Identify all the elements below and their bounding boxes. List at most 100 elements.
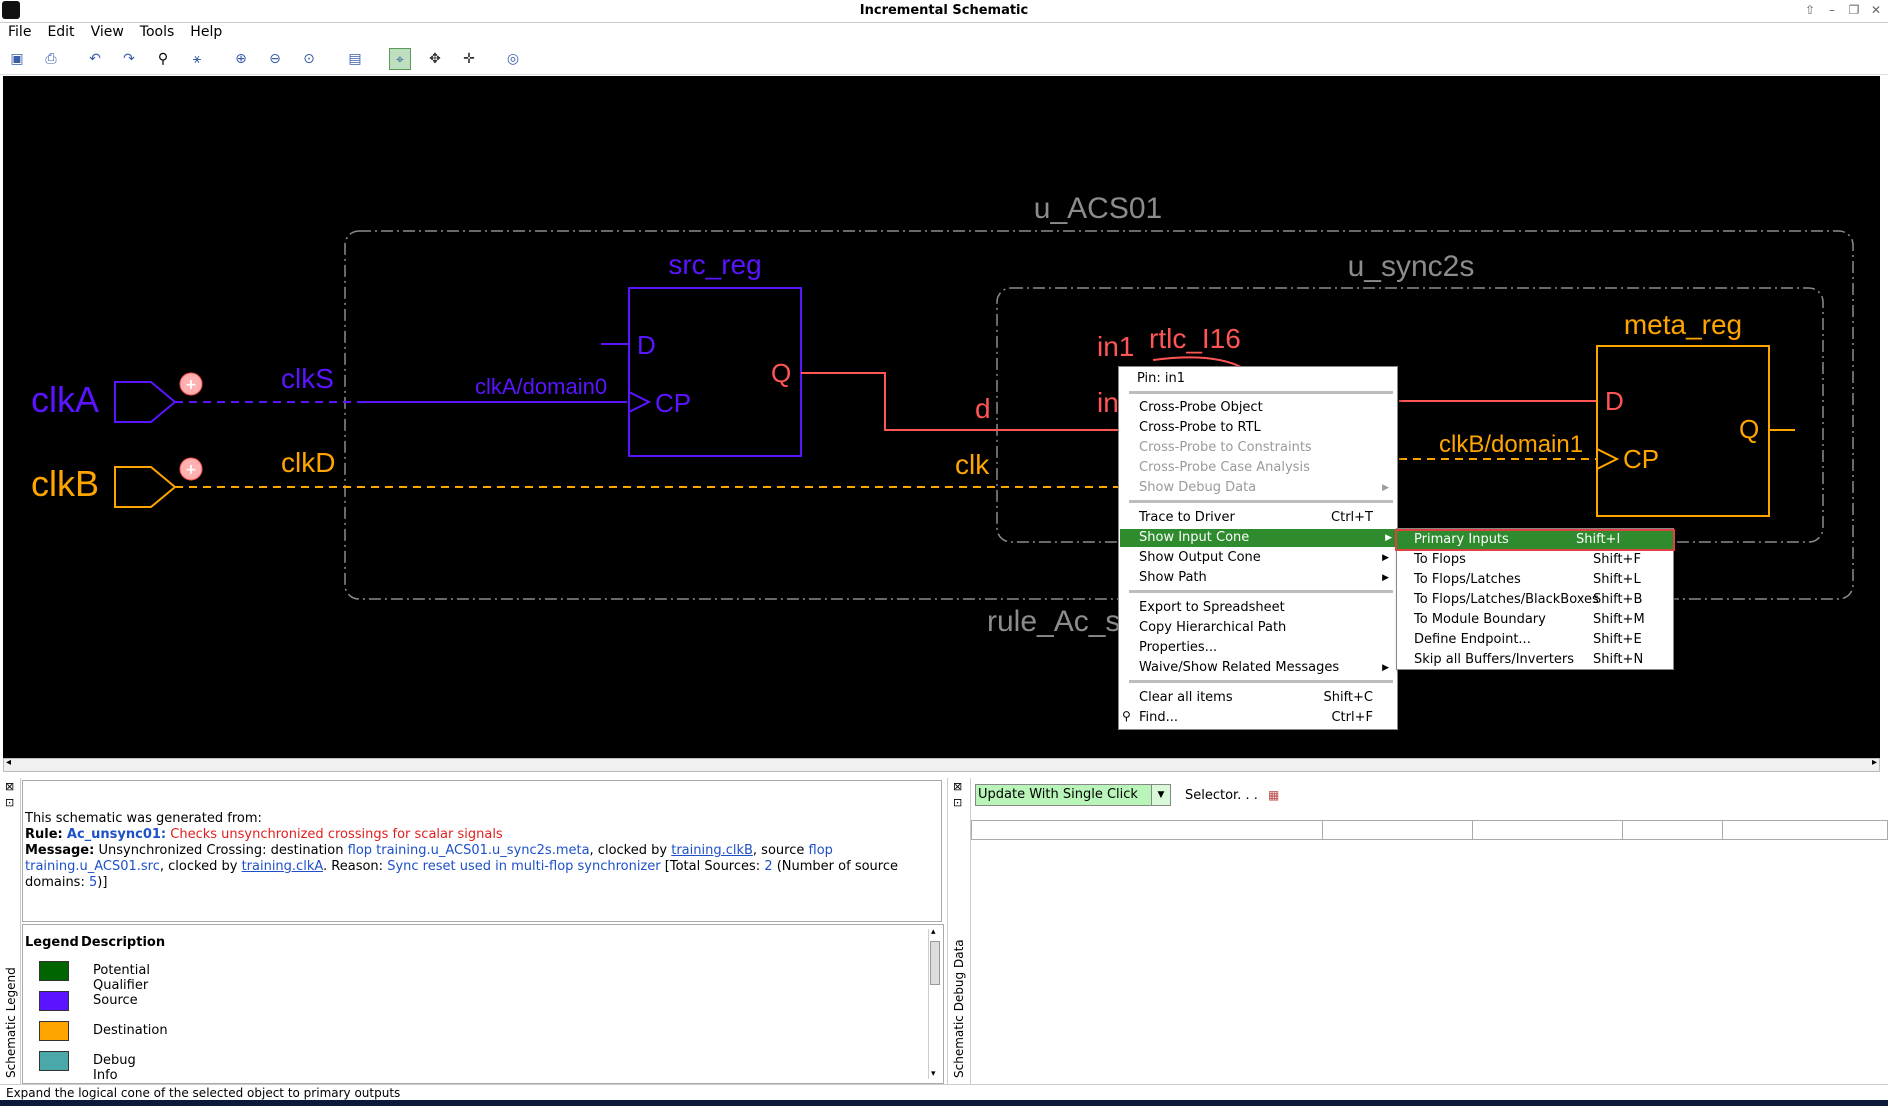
ctx-cross-probe-object[interactable]: Cross-Probe Object bbox=[1139, 399, 1389, 417]
sub-to-flops-latches[interactable]: To Flops/Latches Shift+L bbox=[1414, 571, 1669, 589]
gate-label: rtlc_I16 bbox=[1149, 323, 1241, 354]
pan-icon[interactable]: ✥ bbox=[424, 48, 446, 70]
ctx-cross-probe-case[interactable]: Cross-Probe Case Analysis bbox=[1139, 459, 1389, 477]
close-icon[interactable]: ⊠ bbox=[953, 780, 962, 793]
binoculars-icon: ⚲ bbox=[1122, 709, 1131, 723]
print-icon[interactable]: ⎙ bbox=[40, 48, 62, 70]
pin-d-label: d bbox=[975, 393, 991, 424]
module-inner-label: u_sync2s bbox=[1348, 250, 1475, 283]
save-icon[interactable]: ▣ bbox=[6, 48, 28, 70]
scroll-down-icon[interactable]: ▾ bbox=[931, 1069, 936, 1079]
ctx-clear-all[interactable]: Clear all items Shift+C bbox=[1139, 689, 1389, 707]
chevron-down-icon[interactable]: ▼ bbox=[1151, 785, 1170, 805]
menu-file[interactable]: File bbox=[0, 22, 39, 42]
selector-icon[interactable]: ▦ bbox=[1268, 788, 1284, 802]
zoom-in-icon[interactable]: ⊕ bbox=[230, 48, 252, 70]
taskbar-edge bbox=[0, 1100, 1888, 1106]
legend-tab-label[interactable]: Schematic Legend bbox=[4, 967, 18, 1078]
submenu-arrow-icon: ▶ bbox=[1382, 663, 1389, 673]
src-clock-link[interactable]: training.clkA bbox=[242, 859, 323, 874]
binoculars-icon[interactable]: ⚲ bbox=[152, 48, 174, 70]
update-mode-select[interactable]: Update With Single Click ▼ bbox=[975, 784, 1171, 806]
ctx-cross-probe-constraints[interactable]: Cross-Probe to Constraints bbox=[1139, 439, 1389, 457]
pin-in0-label: in bbox=[1097, 387, 1119, 418]
ctx-header: Pin: in1 bbox=[1137, 371, 1186, 386]
title-bar: Incremental Schematic ⇧ – ❐ ✕ bbox=[0, 0, 1888, 23]
sub-primary-inputs[interactable]: Primary Inputs Shift+I bbox=[1395, 529, 1675, 551]
dest-flop-link[interactable]: flop training.u_ACS01.u_sync2s.meta bbox=[348, 843, 590, 858]
select-mode-icon[interactable]: ⌖ bbox=[389, 48, 411, 70]
menu-help[interactable]: Help bbox=[182, 22, 230, 42]
svg-text:D: D bbox=[1605, 386, 1624, 416]
ctx-show-debug-data[interactable]: Show Debug Data ▶ bbox=[1139, 479, 1389, 497]
svg-text:Q: Q bbox=[771, 358, 791, 388]
menu-view[interactable]: View bbox=[83, 22, 132, 42]
trace-icon[interactable]: ⚹ bbox=[186, 48, 208, 70]
ctx-find[interactable]: Find... Ctrl+F bbox=[1139, 709, 1389, 727]
src-reg-label: src_reg bbox=[668, 249, 761, 280]
submenu-arrow-icon: ▶ bbox=[1382, 573, 1389, 583]
svg-text:+: + bbox=[185, 462, 197, 478]
window-title: Incremental Schematic bbox=[859, 3, 1029, 18]
legend-swatch bbox=[39, 1021, 69, 1041]
svg-text:CP: CP bbox=[655, 388, 691, 418]
net-clkS-label: clkS bbox=[281, 363, 334, 394]
move-icon[interactable]: ✛ bbox=[458, 48, 480, 70]
ctx-cross-probe-rtl[interactable]: Cross-Probe to RTL bbox=[1139, 419, 1389, 437]
svg-text:+: + bbox=[185, 377, 197, 393]
close-icon[interactable]: ✕ bbox=[1868, 2, 1884, 18]
float-icon[interactable]: ⊡ bbox=[953, 796, 962, 809]
minimize-icon[interactable]: – bbox=[1824, 2, 1840, 18]
net-clkB-domain-label: clkB/domain1 bbox=[1439, 431, 1583, 458]
up-arrow-icon[interactable]: ⇧ bbox=[1802, 2, 1818, 18]
refresh-icon[interactable]: ◎ bbox=[502, 48, 524, 70]
ctx-properties[interactable]: Properties... bbox=[1139, 639, 1389, 657]
selector-label[interactable]: Selector. . . bbox=[1185, 788, 1258, 803]
redo-icon[interactable]: ↷ bbox=[118, 48, 140, 70]
reason-link[interactable]: Sync reset used in multi-flop synchroniz… bbox=[387, 859, 660, 874]
float-icon[interactable]: ⊡ bbox=[5, 796, 14, 809]
menu-edit[interactable]: Edit bbox=[39, 22, 82, 42]
undo-icon[interactable]: ↶ bbox=[84, 48, 106, 70]
legend-scrollbar[interactable]: ▴ ▾ bbox=[928, 927, 941, 1079]
dest-clock-link[interactable]: training.clkB bbox=[671, 843, 753, 858]
rule-label: rule_Ac_s bbox=[987, 605, 1120, 638]
ctx-show-input-cone[interactable]: Show Input Cone ▶ bbox=[1120, 529, 1396, 547]
menu-tools[interactable]: Tools bbox=[132, 22, 183, 42]
ctx-trace-to-driver[interactable]: Trace to Driver Ctrl+T bbox=[1139, 509, 1389, 527]
legend-swatch bbox=[39, 961, 69, 981]
window-icon[interactable]: ▤ bbox=[344, 48, 366, 70]
net-clkD-label: clkD bbox=[281, 447, 335, 478]
sub-to-flops[interactable]: To Flops Shift+F bbox=[1414, 551, 1669, 569]
horizontal-scrollbar[interactable]: ◂ ▸ bbox=[3, 757, 1880, 772]
ctx-show-path[interactable]: Show Path ▶ bbox=[1139, 569, 1389, 587]
module-outer-label: u_ACS01 bbox=[1034, 192, 1162, 225]
ctx-export-spreadsheet[interactable]: Export to Spreadsheet bbox=[1139, 599, 1389, 617]
sub-to-module-boundary[interactable]: To Module Boundary Shift+M bbox=[1414, 611, 1669, 629]
port-clkB-shape bbox=[114, 466, 177, 508]
rule-name: Ac_unsync01: bbox=[66, 827, 167, 842]
legend-swatch bbox=[39, 1051, 69, 1071]
message-intro: This schematic was generated from: bbox=[25, 811, 262, 826]
sub-define-endpoint[interactable]: Define Endpoint... Shift+E bbox=[1414, 631, 1669, 649]
debug-tab-label[interactable]: Schematic Debug Data bbox=[952, 939, 966, 1078]
svg-text:Q: Q bbox=[1739, 414, 1759, 444]
submenu-arrow-icon: ▶ bbox=[1382, 483, 1389, 493]
ctx-waive[interactable]: Waive/Show Related Messages ▶ bbox=[1139, 659, 1389, 677]
scroll-up-icon[interactable]: ▴ bbox=[931, 927, 936, 937]
debug-tab-strip: ⊠ ⊡ Schematic Debug Data bbox=[947, 778, 971, 1084]
zoom-fit-icon[interactable]: ⊙ bbox=[298, 48, 320, 70]
status-text: Expand the logical cone of the selected … bbox=[6, 1086, 401, 1100]
sub-to-flops-latches-bb[interactable]: To Flops/Latches/BlackBoxes Shift+B bbox=[1414, 591, 1669, 609]
message-box: This schematic was generated from: Rule:… bbox=[22, 780, 942, 922]
window-controls: ⇧ – ❐ ✕ bbox=[1802, 2, 1884, 20]
ctx-show-output-cone[interactable]: Show Output Cone ▶ bbox=[1139, 549, 1389, 567]
scroll-right-icon[interactable]: ▸ bbox=[1872, 757, 1877, 768]
ctx-copy-hier-path[interactable]: Copy Hierarchical Path bbox=[1139, 619, 1389, 637]
scroll-thumb[interactable] bbox=[930, 941, 940, 985]
scroll-left-icon[interactable]: ◂ bbox=[6, 757, 11, 768]
close-icon[interactable]: ⊠ bbox=[5, 780, 14, 793]
zoom-out-icon[interactable]: ⊖ bbox=[264, 48, 286, 70]
restore-icon[interactable]: ❐ bbox=[1846, 2, 1862, 18]
sub-skip-buffers[interactable]: Skip all Buffers/Inverters Shift+N bbox=[1414, 651, 1669, 669]
